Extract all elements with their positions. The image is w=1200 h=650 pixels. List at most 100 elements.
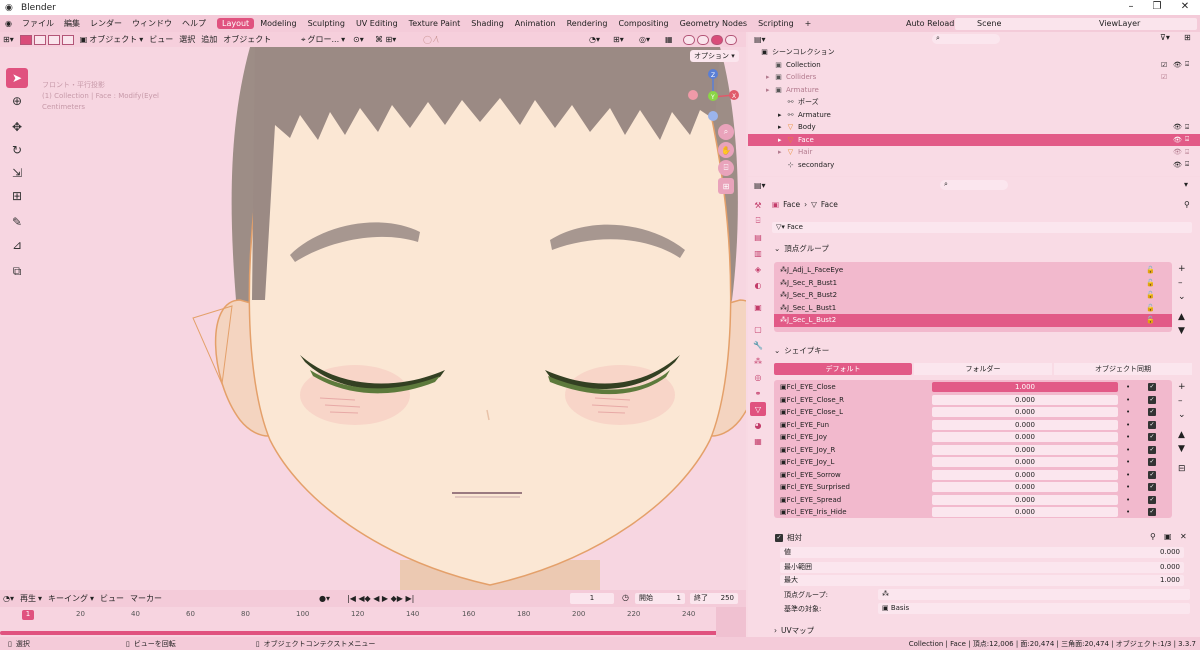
close-button[interactable]: ✕: [1172, 0, 1198, 15]
overlay-toggle-icon[interactable]: ◎▾: [636, 35, 653, 44]
keyframe-dot-icon[interactable]: •: [1126, 446, 1130, 454]
properties-search-input[interactable]: ⌕: [940, 180, 1008, 190]
expand-icon[interactable]: ▸: [766, 86, 774, 94]
scene-tab-icon[interactable]: ◈: [750, 262, 766, 276]
render-camera-icon[interactable]: ⌹: [1185, 123, 1189, 132]
vertex-groups-panel-header[interactable]: ⌄ 頂点グループ: [774, 243, 829, 254]
navigation-gizmo[interactable]: Z Y X ⌕ ✋ ⌹ ⊞: [688, 64, 742, 196]
expand-icon[interactable]: ▸: [766, 73, 774, 81]
gizmo-toggle-icon[interactable]: ⊞▾: [610, 35, 627, 44]
mode-dropdown[interactable]: ▣ オブジェクト ▾: [77, 34, 147, 45]
outliner-editor-icon[interactable]: ▤▾: [754, 35, 766, 44]
outliner-row[interactable]: ⚯ ポーズ: [748, 96, 1200, 109]
shape-key-item[interactable]: ▣ Fcl_EYE_Joy_R 0.000 • ✓: [774, 444, 1172, 457]
keyframe-dot-icon[interactable]: •: [1126, 421, 1130, 429]
outliner-row[interactable]: ▸ ▽ Hair 👁 ⌹: [748, 146, 1200, 159]
shape-key-value[interactable]: 1.000: [932, 382, 1118, 392]
keyframe-dot-icon[interactable]: •: [1126, 433, 1130, 441]
workspace-tab-6[interactable]: Animation: [510, 18, 561, 29]
workspace-tab-2[interactable]: Sculpting: [303, 18, 350, 29]
keyframe-dot-icon[interactable]: •: [1126, 483, 1130, 491]
viewlayer-selector[interactable]: ViewLayer: [1085, 17, 1197, 30]
shape-key-mute-checkbox[interactable]: ✓: [1148, 470, 1156, 479]
timeline-area[interactable]: 120406080100120140160180200220240: [0, 607, 746, 637]
shape-key-down-icon[interactable]: ▼: [1178, 442, 1186, 456]
keyframe-dot-icon[interactable]: •: [1126, 508, 1130, 516]
properties-options-icon[interactable]: ▾: [1184, 180, 1188, 189]
min-range-field[interactable]: 最小範囲 0.000: [780, 562, 1184, 573]
tool-tab-icon[interactable]: ⚒: [750, 198, 766, 212]
edit-mode-icon[interactable]: ▣: [1164, 532, 1172, 541]
keyframe-dot-icon[interactable]: •: [1126, 383, 1130, 391]
shape-key-value[interactable]: 0.000: [932, 469, 1118, 480]
visibility-eye-icon[interactable]: 👁: [1173, 61, 1182, 69]
render-camera-icon[interactable]: ⌹: [1185, 60, 1189, 69]
workspace-tab-10[interactable]: Scripting: [753, 18, 799, 29]
visibility-eye-icon[interactable]: 👁: [1173, 136, 1182, 144]
3d-viewport[interactable]: [0, 47, 746, 590]
value-field[interactable]: 値 0.000: [780, 547, 1184, 558]
maximize-button[interactable]: ❐: [1144, 0, 1170, 15]
autoreload-label[interactable]: Auto Reload: [906, 19, 954, 28]
shape-key-value[interactable]: 0.000: [932, 507, 1118, 517]
expand-icon[interactable]: ▸: [778, 148, 786, 156]
expand-icon[interactable]: ▸: [778, 136, 786, 144]
vertex-group-item[interactable]: ⁂ J_Sec_R_Bust1 🔓: [774, 277, 1172, 290]
tab-default[interactable]: デフォルト: [774, 363, 912, 375]
material-tab-icon[interactable]: ◕: [750, 418, 766, 432]
move-down-icon[interactable]: ▼: [1178, 324, 1186, 338]
current-frame-field[interactable]: 1: [570, 593, 614, 604]
zoom-icon[interactable]: ⌕: [718, 124, 734, 140]
camera-icon[interactable]: ⌹: [718, 160, 734, 176]
snap-icon[interactable]: ⌘ ⊞▾: [372, 35, 399, 44]
outliner-row[interactable]: ⊹ secondary 👁 ⌹: [748, 159, 1200, 172]
shape-key-value[interactable]: 0.000: [932, 394, 1118, 405]
scene-selector[interactable]: Scene: [955, 17, 1100, 30]
outliner-row[interactable]: ▸ ⚯ Armature: [748, 109, 1200, 122]
shape-key-item[interactable]: ▣ Fcl_EYE_Joy 0.000 • ✓: [774, 431, 1172, 444]
shape-key-mute-checkbox[interactable]: ✓: [1148, 508, 1156, 516]
shape-key-item[interactable]: ▣ Fcl_EYE_Close_R 0.000 • ✓: [774, 394, 1172, 407]
minimize-button[interactable]: –: [1118, 0, 1144, 15]
workspace-tab-1[interactable]: Modeling: [255, 18, 301, 29]
tab-object-sync[interactable]: オブジェクト同期: [1054, 363, 1192, 375]
shape-key-mute-checkbox[interactable]: ✓: [1148, 445, 1156, 454]
workspace-tab-7[interactable]: Rendering: [562, 18, 613, 29]
workspace-tab-0[interactable]: Layout: [216, 18, 255, 29]
shape-key-mute-checkbox[interactable]: ✓: [1148, 408, 1156, 416]
lock-icon[interactable]: 🔓: [1146, 316, 1155, 324]
outliner-row[interactable]: ▣ Collection ☑ 👁 ⌹: [748, 59, 1200, 72]
outliner-row[interactable]: ▸ ▽ Face 👁 ⌹: [748, 133, 1200, 146]
uvmap-panel-header[interactable]: › UVマップ: [774, 625, 814, 636]
vertex-group-menu-icon[interactable]: ⌄: [1178, 290, 1186, 304]
menu-0[interactable]: ファイル: [17, 18, 59, 29]
timeline-view-menu[interactable]: ビュー: [97, 593, 127, 604]
shape-key-item[interactable]: ▣ Fcl_EYE_Fun 0.000 • ✓: [774, 419, 1172, 432]
shape-key-mute-checkbox[interactable]: ✓: [1148, 483, 1156, 491]
shape-key-value[interactable]: 0.000: [932, 419, 1118, 430]
exclude-checkbox[interactable]: ☑: [1161, 73, 1167, 81]
outliner-search-input[interactable]: ⌕: [932, 34, 1000, 44]
shape-key-item[interactable]: ▣ Fcl_EYE_Joy_L 0.000 • ✓: [774, 456, 1172, 469]
lock-icon[interactable]: 🔓: [1146, 279, 1155, 287]
shape-key-menu-icon[interactable]: ⌄: [1178, 408, 1186, 422]
transform-tool-icon[interactable]: ⊞: [6, 186, 28, 206]
move-up-icon[interactable]: ▲: [1178, 310, 1186, 324]
playback-menu[interactable]: 再生 ▾: [17, 593, 45, 604]
shape-key-value[interactable]: 0.000: [932, 457, 1118, 467]
shape-key-mute-checkbox[interactable]: ✓: [1148, 458, 1156, 466]
render-camera-icon[interactable]: ⌹: [1185, 160, 1189, 169]
menu-3[interactable]: ウィンドウ: [127, 18, 177, 29]
add-vertex-group-button[interactable]: +: [1178, 262, 1186, 276]
menu-4[interactable]: ヘルプ: [177, 18, 211, 29]
remove-vertex-group-button[interactable]: –: [1178, 276, 1186, 290]
visibility-icon[interactable]: ◔▾: [586, 35, 603, 44]
tab-folder[interactable]: フォルダー: [914, 363, 1052, 375]
xray-toggle-icon[interactable]: ▦: [662, 35, 676, 44]
blender-menu-icon[interactable]: ◉: [0, 19, 17, 28]
transform-orientation-dropdown[interactable]: ⌖ グロー... ▾: [298, 34, 348, 45]
pin-icon[interactable]: ⚲: [1184, 200, 1190, 209]
keyframe-dot-icon[interactable]: •: [1126, 458, 1130, 466]
modifier-tab-icon[interactable]: 🔧: [750, 338, 766, 352]
vertex-group-item[interactable]: ⁂ J_Sec_L_Bust1 🔓: [774, 302, 1172, 315]
